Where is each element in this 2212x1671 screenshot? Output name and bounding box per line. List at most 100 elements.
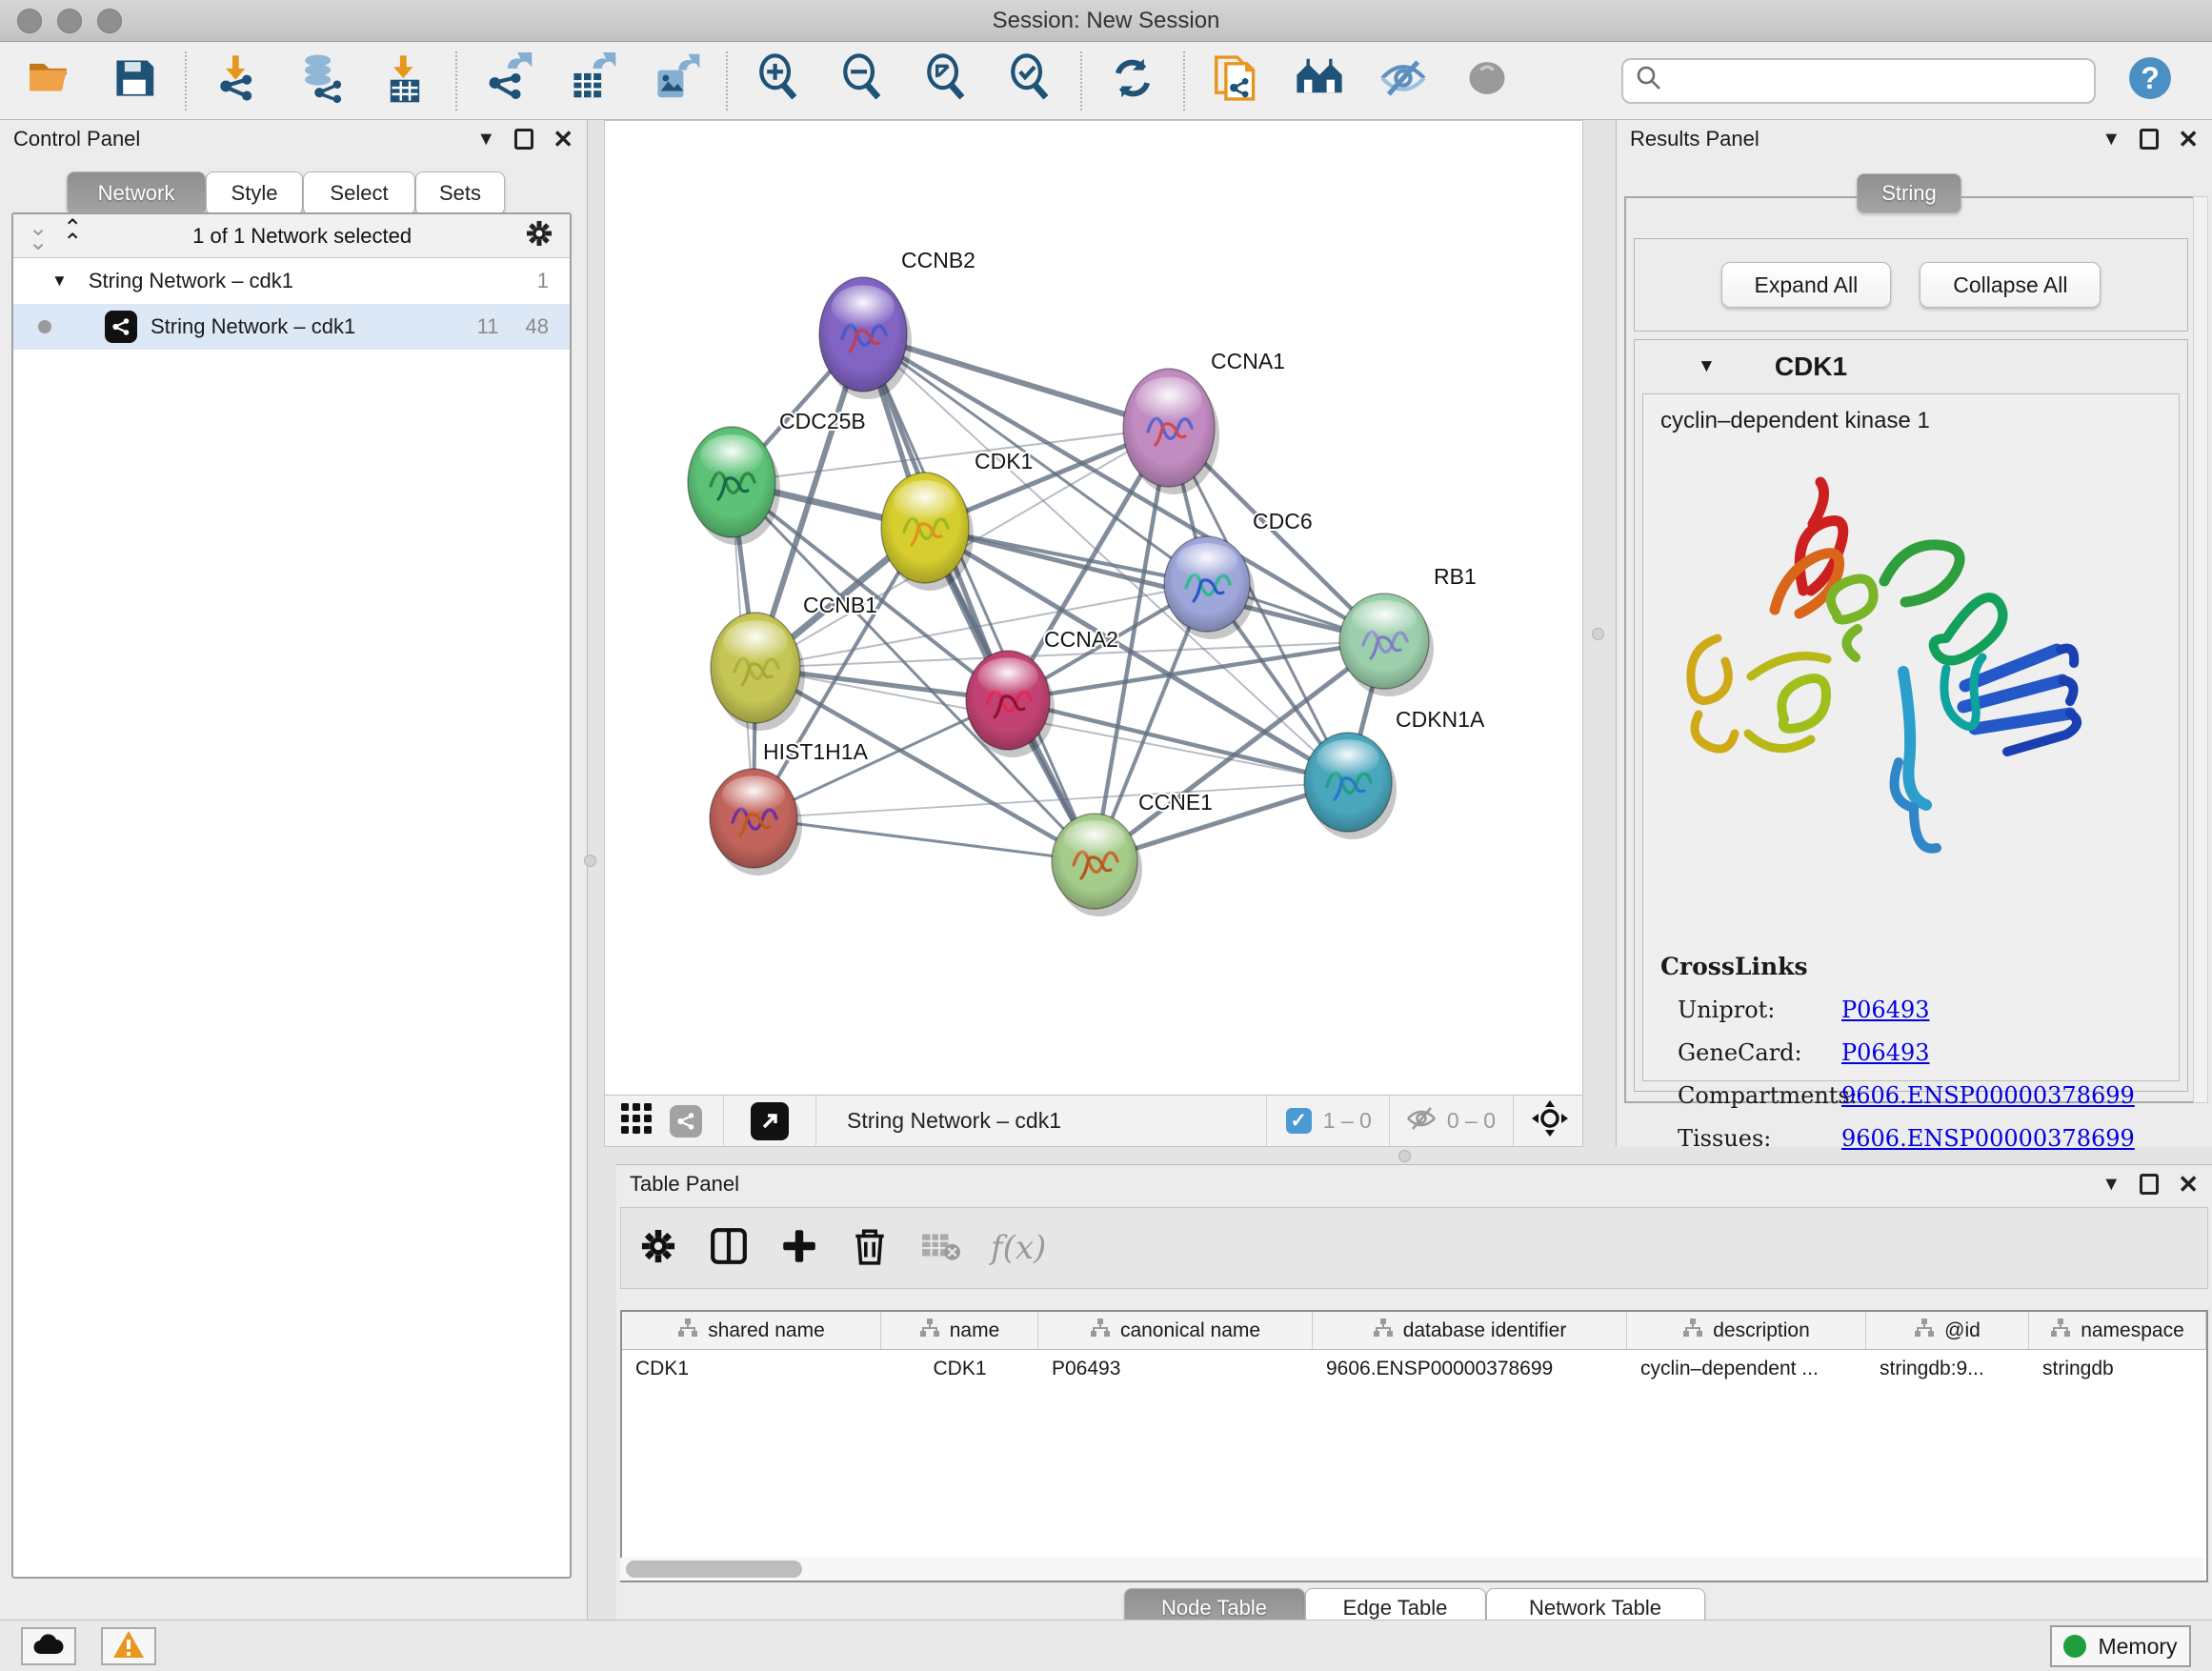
network-current-dot-icon [38, 320, 51, 333]
column-type-icon [677, 1318, 698, 1344]
panel-float-icon[interactable] [2140, 129, 2159, 150]
add-column-icon[interactable] [779, 1226, 819, 1271]
column-header[interactable]: database identifier [1313, 1312, 1627, 1349]
refresh-icon [1107, 52, 1158, 109]
column-header[interactable]: @id [1866, 1312, 2029, 1349]
node-label: CDC25B [779, 409, 866, 433]
network-edge[interactable] [863, 334, 1095, 861]
network-edge[interactable] [754, 818, 1095, 861]
network-canvas[interactable]: CCNB2CCNA1CDC25BCDK1CDC6RB1CCNB1CCNA2CDK… [605, 121, 1582, 1095]
network-label: String Network – cdk1 [151, 314, 355, 339]
tab-string-results[interactable]: String [1857, 173, 1961, 213]
table-options-gear-icon[interactable] [638, 1226, 678, 1271]
crosslink-compartments[interactable]: 9606.ENSP00000378699 [1841, 1082, 2135, 1109]
save-session-button[interactable] [107, 53, 162, 109]
network-collection-row[interactable]: ▼ String Network – cdk1 1 [13, 258, 570, 304]
expand-all-button[interactable]: Expand All [1721, 262, 1892, 308]
right-splitter-handle[interactable] [1592, 628, 1604, 640]
cloud-status-button[interactable] [21, 1627, 76, 1665]
change-species-button[interactable] [1292, 53, 1347, 109]
network-node-rb1[interactable]: RB1 [1339, 564, 1477, 696]
control-panel-title: Control Panel [13, 127, 140, 151]
expand-all-networks-icon[interactable]: ⌃⌃ [63, 222, 80, 250]
tab-sets[interactable]: Sets [415, 171, 505, 215]
zoom-out-button[interactable] [835, 53, 890, 109]
import-network-file-button[interactable] [210, 53, 265, 109]
export-network-button[interactable] [480, 53, 535, 109]
left-splitter-handle[interactable] [584, 855, 596, 867]
panel-collapse-icon[interactable]: ▼ [2101, 129, 2121, 151]
string-results-box: Expand All Collapse All ▼ CDK1 cyclin–de… [1624, 196, 2198, 1103]
refresh-button[interactable] [1105, 53, 1160, 109]
crosslink-uniprot[interactable]: P06493 [1841, 997, 1930, 1023]
column-header[interactable]: canonical name [1038, 1312, 1313, 1349]
function-builder-icon[interactable]: f(x) [991, 1229, 1046, 1267]
help-button[interactable]: ? [2122, 53, 2178, 109]
collection-count: 1 [537, 269, 549, 293]
collapse-all-button[interactable]: Collapse All [1920, 262, 2101, 308]
hide-selected-button[interactable] [1376, 53, 1431, 109]
search-input[interactable] [1621, 58, 2096, 104]
import-network-database-button[interactable] [293, 53, 349, 109]
string-import-button[interactable] [1208, 53, 1263, 109]
crosslink-genecard[interactable]: P06493 [1841, 1039, 1930, 1066]
panel-close-icon[interactable]: ✕ [2178, 1170, 2199, 1199]
table-horizontal-scrollbar[interactable] [620, 1558, 2204, 1580]
import-network-icon [211, 52, 263, 109]
node-label: CCNB1 [803, 593, 877, 617]
scrollbar-thumb[interactable] [626, 1560, 802, 1578]
warning-status-button[interactable] [101, 1627, 156, 1665]
tab-select[interactable]: Select [303, 171, 415, 215]
network-node-ccne1[interactable]: CCNE1 [1052, 790, 1213, 916]
tree-expander-icon[interactable]: ▼ [51, 272, 68, 291]
tab-network[interactable]: Network [67, 171, 206, 215]
selected-nodes-checkbox[interactable]: ✓ [1286, 1108, 1312, 1134]
crosslink-tissues[interactable]: 9606.ENSP00000378699 [1841, 1125, 2135, 1152]
network-node-ccnb1[interactable]: CCNB1 [711, 593, 877, 731]
panel-collapse-icon[interactable]: ▼ [476, 129, 495, 151]
bottom-splitter-handle[interactable] [1398, 1150, 1411, 1162]
network-node-cdkn1a[interactable]: CDKN1A [1304, 707, 1485, 839]
memory-button[interactable]: Memory [2050, 1625, 2191, 1667]
zoom-fit-button[interactable] [918, 53, 974, 109]
open-session-button[interactable] [23, 53, 78, 109]
panel-close-icon[interactable]: ✕ [2178, 125, 2199, 154]
results-scrollbar[interactable] [2193, 196, 2208, 1103]
panel-close-icon[interactable]: ✕ [553, 125, 573, 154]
zoom-selected-button[interactable] [1002, 53, 1057, 109]
table-panel: Table Panel ▼ ✕ f(x) shared name name ca… [616, 1164, 2212, 1620]
network-share-icon[interactable] [670, 1105, 702, 1137]
panel-collapse-icon[interactable]: ▼ [2101, 1174, 2121, 1196]
export-image-button[interactable] [648, 53, 703, 109]
panel-float-icon[interactable] [2140, 1174, 2159, 1195]
export-table-button[interactable] [564, 53, 619, 109]
network-node-ccna1[interactable]: CCNA1 [1123, 349, 1285, 494]
column-header[interactable]: shared name [622, 1312, 881, 1349]
collapse-all-networks-icon[interactable]: ⌄⌄ [29, 222, 46, 250]
open-in-window-icon[interactable] [751, 1102, 789, 1140]
entry-expander-icon[interactable]: ▼ [1698, 356, 1716, 377]
network-options-gear-icon[interactable] [524, 218, 554, 253]
selected-counts: 1 – 0 [1323, 1108, 1372, 1134]
birdseye-crosshair-icon[interactable] [1531, 1099, 1569, 1142]
show-columns-icon[interactable] [709, 1226, 749, 1271]
hidden-eye-slash-icon[interactable] [1405, 1104, 1438, 1137]
houses-icon [1294, 52, 1345, 109]
eye-slash-blue-icon [1377, 52, 1429, 109]
tab-style[interactable]: Style [206, 171, 303, 215]
table-row[interactable]: CDK1 CDK1 P06493 9606.ENSP00000378699 cy… [622, 1350, 2206, 1388]
status-bar: Memory [0, 1620, 2212, 1671]
network-node-hist1h1a[interactable]: HIST1H1A [710, 739, 869, 876]
zoom-in-button[interactable] [751, 53, 806, 109]
delete-column-trash-icon[interactable] [850, 1226, 890, 1271]
network-row[interactable]: String Network – cdk1 11 48 [13, 304, 570, 350]
panel-float-icon[interactable] [514, 129, 533, 150]
network-node-ccnb2[interactable]: CCNB2 [819, 248, 975, 399]
column-header[interactable]: namespace [2029, 1312, 2206, 1349]
grid-view-icon[interactable] [620, 1102, 653, 1139]
network-edge[interactable] [754, 782, 1348, 818]
column-header[interactable]: description [1627, 1312, 1866, 1349]
column-header[interactable]: name [881, 1312, 1038, 1349]
import-table-file-button[interactable] [377, 53, 432, 109]
show-selected-button[interactable] [1459, 53, 1515, 109]
